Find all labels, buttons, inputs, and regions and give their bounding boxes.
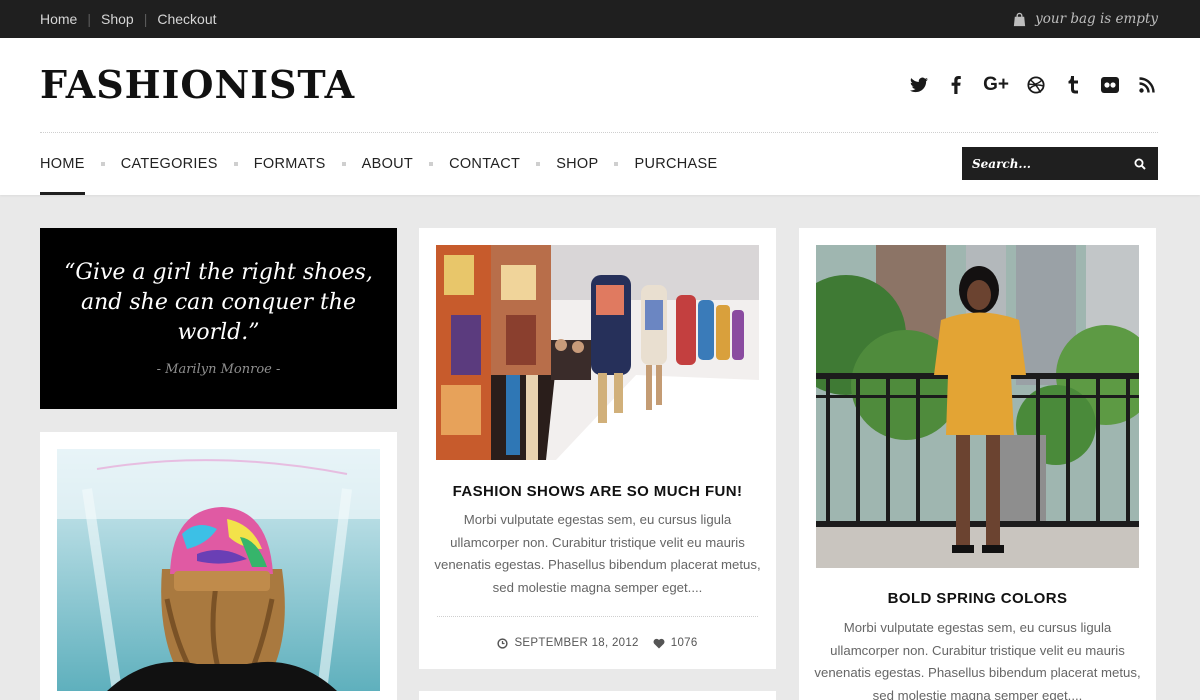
nav-item-formats[interactable]: FORMATS [254, 132, 326, 195]
quote-author: - Marilyn Monroe - [156, 362, 281, 377]
top-bar: Home | Shop | Checkout your bag is empty [0, 0, 1200, 38]
top-nav-shop-link[interactable]: Shop [101, 11, 134, 27]
post-likes-count: 1076 [670, 637, 698, 649]
top-nav-home-link[interactable]: Home [40, 11, 77, 27]
nav-separator-dot [233, 161, 238, 166]
post-excerpt: Morbi vulputate egestas sem, eu cursus l… [814, 620, 1141, 700]
top-nav-separator: | [143, 11, 148, 27]
rss-icon[interactable] [1136, 74, 1158, 96]
post-card [419, 691, 776, 700]
flickr-icon[interactable] [1099, 74, 1121, 96]
nav-item-categories[interactable]: CATEGORIES [121, 132, 218, 195]
post-divider [437, 616, 758, 617]
social-links: G+ [908, 74, 1158, 96]
site-header: FASHIONISTA G+ HOME CATEGORIES FORMATS A… [0, 38, 1200, 195]
dribbble-icon[interactable] [1025, 74, 1047, 96]
quote-card: “Give a girl the right shoes, and she ca… [40, 228, 397, 409]
post-image-runway[interactable] [436, 245, 759, 460]
post-image-cap[interactable] [57, 449, 380, 691]
search-box [962, 147, 1158, 180]
nav-separator-dot [614, 161, 619, 166]
nav-separator-dot [341, 161, 346, 166]
clock-icon [497, 637, 509, 649]
nav-item-about[interactable]: ABOUT [362, 132, 413, 195]
top-nav-separator: | [87, 11, 91, 27]
main-nav: HOME CATEGORIES FORMATS ABOUT CONTACT SH… [40, 132, 717, 195]
facebook-icon[interactable] [945, 74, 967, 96]
nav-item-purchase[interactable]: PURCHASE [634, 132, 717, 195]
search-icon [1134, 158, 1146, 170]
post-date: SEPTEMBER 18, 2012 [497, 637, 638, 649]
top-nav: Home | Shop | Checkout [40, 0, 217, 38]
nav-item-contact[interactable]: CONTACT [449, 132, 520, 195]
post-card: BOLD SPRING COLORS Morbi vulputate egest… [799, 228, 1156, 700]
search-button[interactable] [1134, 157, 1146, 175]
post-likes[interactable]: 1076 [653, 637, 698, 649]
twitter-icon[interactable] [908, 74, 930, 96]
nav-separator-dot [429, 161, 434, 166]
search-input[interactable] [962, 156, 1122, 171]
google-plus-icon[interactable]: G+ [982, 74, 1010, 96]
post-title[interactable]: FASHION SHOWS ARE SO MUCH FUN! [419, 483, 776, 500]
site-logo[interactable]: FASHIONISTA [40, 62, 355, 107]
post-date-text: SEPTEMBER 18, 2012 [514, 637, 639, 649]
bag-status-text: your bag is empty [1035, 11, 1158, 27]
post-card: FASHION SHOWS ARE SO MUCH FUN! Morbi vul… [419, 228, 776, 669]
top-nav-checkout-link[interactable]: Checkout [157, 11, 216, 27]
heart-icon [653, 638, 665, 648]
post-meta: SEPTEMBER 18, 2012 1076 [419, 637, 776, 649]
post-excerpt: Morbi vulputate egestas sem, eu cursus l… [434, 512, 761, 595]
nav-separator-dot [536, 161, 541, 166]
shopping-bag-icon [1014, 12, 1026, 26]
nav-item-shop[interactable]: SHOP [556, 132, 598, 195]
post-title[interactable]: BOLD SPRING COLORS [799, 590, 1156, 607]
post-card [40, 432, 397, 700]
nav-item-home[interactable]: HOME [40, 132, 85, 195]
shopping-bag-status[interactable]: your bag is empty [1012, 0, 1158, 38]
nav-separator-dot [100, 161, 105, 166]
tumblr-icon[interactable] [1062, 74, 1084, 96]
quote-text: “Give a girl the right shoes, and she ca… [64, 260, 373, 345]
post-image-street[interactable] [816, 245, 1139, 568]
